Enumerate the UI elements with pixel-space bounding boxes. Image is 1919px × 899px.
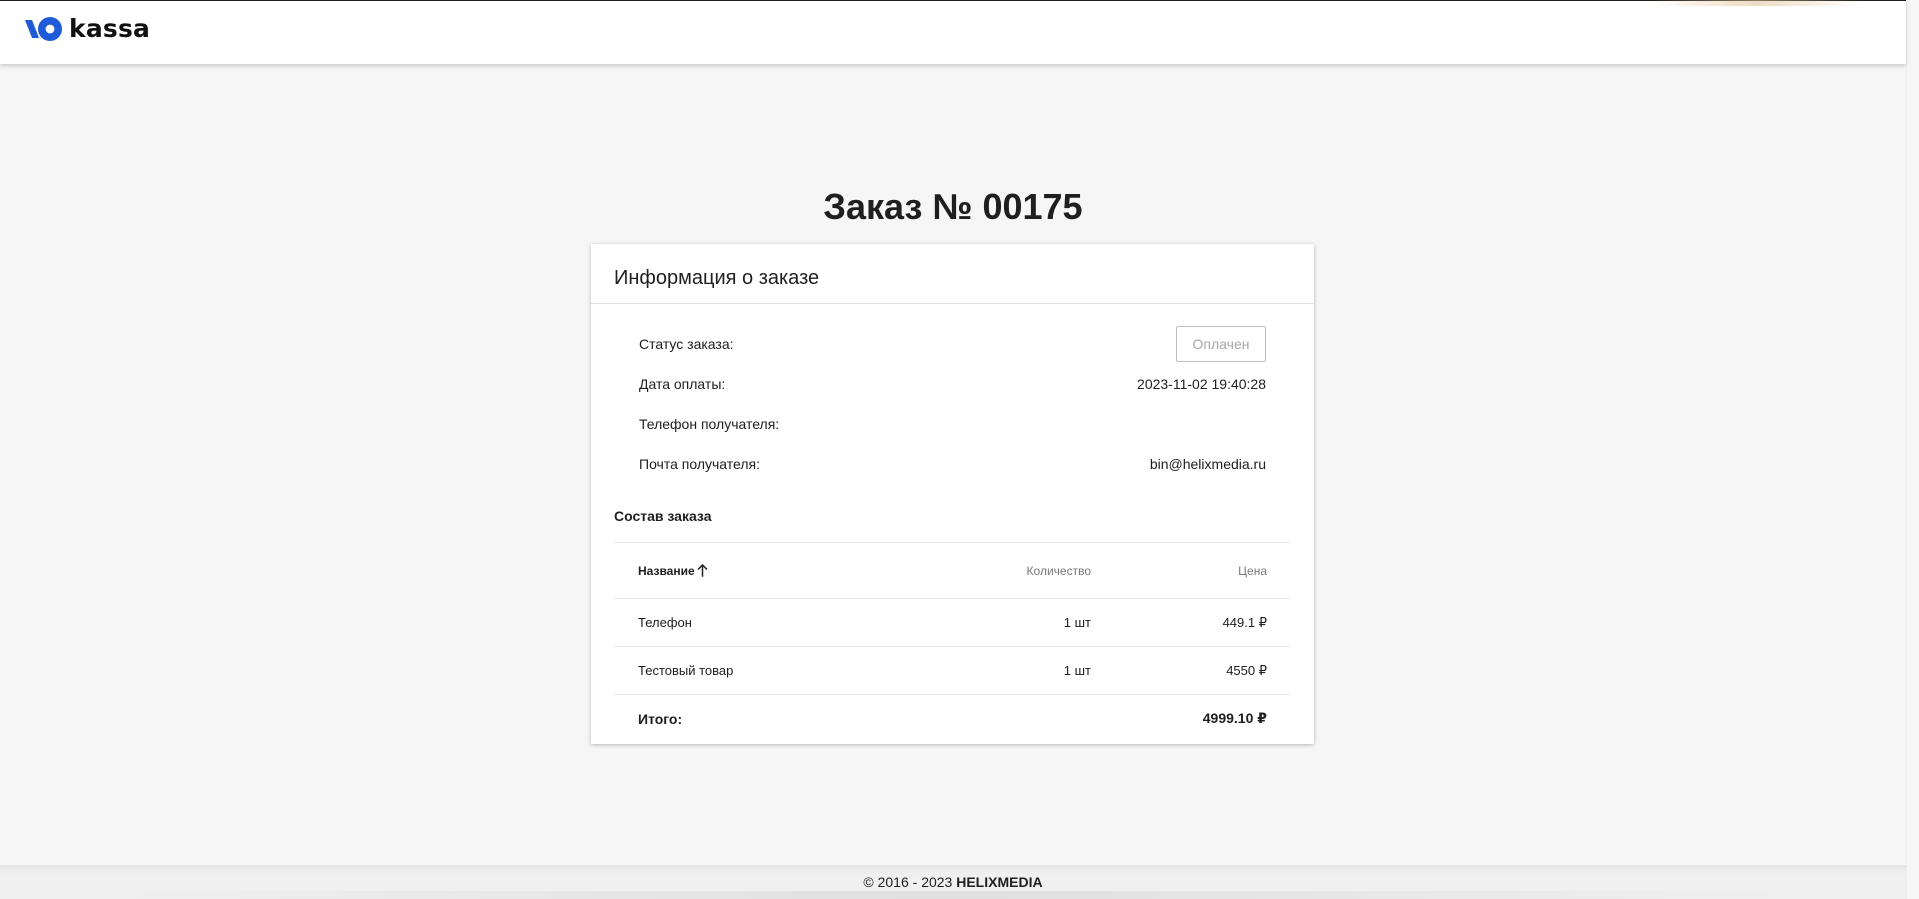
logo-text: kassa (69, 14, 151, 43)
payment-date-value: 2023-11-02 19:40:28 (1137, 376, 1266, 392)
company-name: HELIXMEDIA (956, 874, 1043, 890)
recipient-phone-row: Телефон получателя: (639, 404, 1266, 444)
order-title: Заказ № 00175 (823, 186, 1083, 227)
order-items-title: Состав заказа (614, 508, 712, 524)
total-label: Итого: (638, 710, 683, 727)
order-info-card-header: Информация о заказе (591, 244, 1314, 304)
order-page: kassa Заказ № 00175 Информация о заказе … (0, 0, 1919, 899)
order-details-list: Статус заказа: Оплачен Дата оплаты: 2023… (639, 324, 1266, 484)
order-info-title: Информация о заказе (614, 267, 820, 289)
item-name: Телефон (638, 615, 692, 630)
recipient-phone-label: Телефон получателя: (639, 416, 780, 432)
order-status-row: Статус заказа: Оплачен (639, 324, 1266, 364)
kassa-logo-icon (25, 17, 62, 41)
order-info-card: Информация о заказе Статус заказа: Оплач… (591, 244, 1314, 744)
total-value: 4999.10 ₽ (1202, 710, 1267, 726)
recipient-email-value: bin@helixmedia.ru (1149, 456, 1266, 472)
item-price: 449.1 ₽ (1222, 614, 1267, 630)
page-footer: © 2016 - 2023 HELIXMEDIA (0, 865, 1906, 899)
order-status-badge: Оплачен (1176, 326, 1266, 362)
table-header-row: Название Количество Цена (614, 543, 1290, 599)
table-row: Тестовый товар 1 шт 4550 ₽ (614, 647, 1290, 695)
top-app-bar: kassa (0, 0, 1906, 64)
item-price: 4550 ₽ (1226, 662, 1267, 678)
kassa-logo-link[interactable]: kassa (24, 15, 150, 43)
order-items-table: Название Количество Цена Телефон 1 шт 44… (614, 542, 1290, 742)
name-column-header[interactable]: Название (638, 564, 931, 578)
arrow-up-icon (697, 564, 708, 577)
quantity-column-header[interactable]: Количество (931, 564, 1091, 578)
payment-date-row: Дата оплаты: 2023-11-02 19:40:28 (639, 364, 1266, 404)
copyright-text: © 2016 - 2023 (863, 874, 957, 890)
total-row: Итого: 4999.10 ₽ (614, 695, 1290, 742)
item-quantity: 1 шт (1063, 615, 1091, 630)
name-sort-button[interactable]: Название (638, 564, 708, 578)
order-status-label: Статус заказа: (639, 336, 734, 352)
payment-date-label: Дата оплаты: (639, 376, 726, 392)
recipient-email-label: Почта получателя: (639, 456, 760, 472)
item-name: Тестовый товар (638, 663, 734, 678)
item-quantity: 1 шт (1063, 663, 1091, 678)
top-right-background-tint (1651, 0, 1861, 6)
price-column-header[interactable]: Цена (1091, 564, 1267, 578)
recipient-email-row: Почта получателя: bin@helixmedia.ru (639, 444, 1266, 484)
table-row: Телефон 1 шт 449.1 ₽ (614, 599, 1290, 647)
name-column-header-label: Название (638, 563, 695, 578)
vertical-scrollbar[interactable] (1906, 0, 1919, 899)
